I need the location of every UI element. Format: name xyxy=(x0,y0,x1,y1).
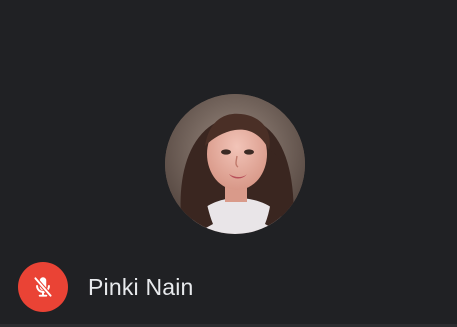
participant-tile[interactable]: Pinki Nain xyxy=(0,0,457,327)
participant-name-bar: Pinki Nain xyxy=(18,262,194,312)
participant-name: Pinki Nain xyxy=(88,273,194,300)
mic-off-icon xyxy=(18,262,68,312)
participant-avatar xyxy=(165,94,305,234)
